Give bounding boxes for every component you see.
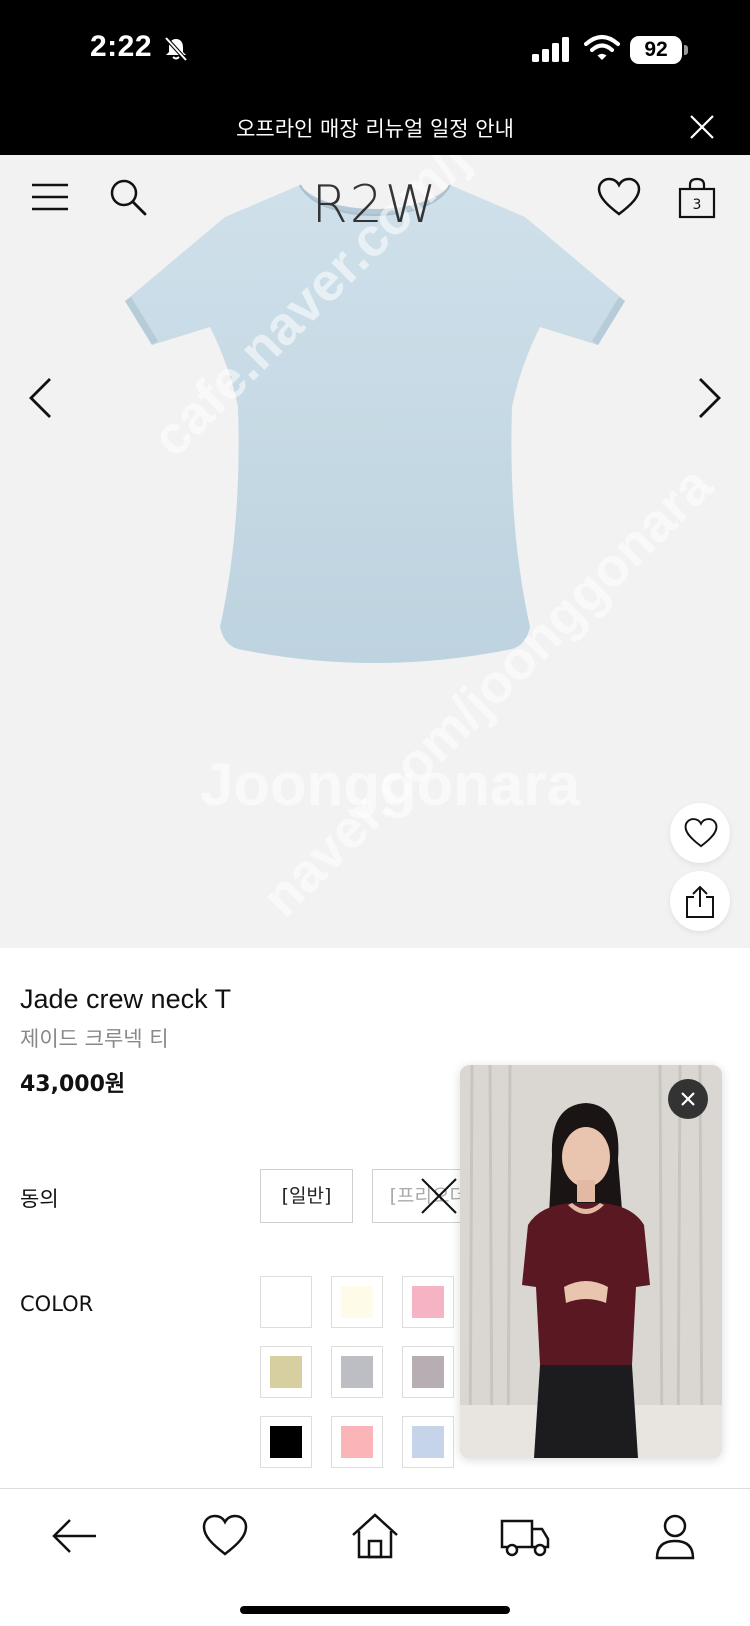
heart-icon[interactable]: [200, 1511, 250, 1561]
chevron-left-icon[interactable]: [28, 377, 52, 419]
status-bar: 2:22 92: [0, 0, 750, 100]
share-icon: [686, 885, 714, 918]
cart-count: 3: [692, 197, 702, 213]
bell-off-icon: [164, 36, 188, 62]
share-button[interactable]: [670, 871, 730, 931]
video-close-button[interactable]: [668, 1079, 708, 1119]
home-indicator: [240, 1606, 510, 1614]
user-icon[interactable]: [650, 1511, 700, 1561]
consent-label: 동의: [20, 1187, 59, 1211]
notice-text[interactable]: 오프라인 매장 리뉴얼 일정 안내: [0, 113, 750, 143]
product-name: Jade crew neck T: [20, 984, 232, 1014]
chevron-right-icon[interactable]: [698, 377, 722, 419]
truck-icon[interactable]: [500, 1511, 550, 1561]
heart-icon[interactable]: [597, 177, 641, 217]
close-icon[interactable]: [688, 113, 716, 141]
bottom-navigation: [0, 1488, 750, 1626]
color-swatch[interactable]: [331, 1416, 383, 1468]
signal-icon: [532, 37, 569, 62]
battery-indicator: 92: [630, 36, 688, 64]
close-icon: [681, 1092, 695, 1106]
color-swatch[interactable]: [260, 1346, 312, 1398]
wishlist-button[interactable]: [670, 803, 730, 863]
video-popup[interactable]: [460, 1065, 722, 1458]
option-general-button[interactable]: [일반]: [260, 1169, 353, 1223]
battery-level: 92: [630, 36, 682, 64]
back-arrow-icon[interactable]: [50, 1511, 100, 1561]
color-swatch[interactable]: [402, 1346, 454, 1398]
color-chip: [412, 1356, 444, 1388]
color-chip: [270, 1356, 302, 1388]
product-image-carousel[interactable]: cafe.naver.com/joonggonara Joonggonara n…: [0, 155, 750, 948]
color-swatch[interactable]: [331, 1346, 383, 1398]
home-icon[interactable]: [350, 1511, 400, 1561]
color-chip: [341, 1286, 373, 1318]
product-name-korean: 제이드 크루넥 티: [20, 1027, 169, 1051]
heart-icon: [684, 818, 718, 848]
video-thumbnail: [460, 1065, 722, 1458]
color-swatch[interactable]: [260, 1276, 312, 1328]
color-swatch[interactable]: [331, 1276, 383, 1328]
color-swatch[interactable]: [260, 1416, 312, 1468]
soldout-x-icon: [421, 1178, 457, 1214]
cart-button[interactable]: 3: [678, 177, 716, 219]
color-chip: [270, 1426, 302, 1458]
color-swatch[interactable]: [402, 1416, 454, 1468]
color-chip: [341, 1426, 373, 1458]
color-chip: [270, 1286, 302, 1318]
color-label: COLOR: [20, 1292, 94, 1316]
color-chip: [341, 1356, 373, 1388]
color-swatch[interactable]: [402, 1276, 454, 1328]
wifi-icon: [584, 35, 620, 60]
status-time: 2:22: [90, 30, 153, 63]
color-chip: [412, 1426, 444, 1458]
notice-banner[interactable]: 오프라인 매장 리뉴얼 일정 안내: [0, 100, 750, 155]
product-price: 43,000원: [20, 1072, 126, 1097]
color-chip: [412, 1286, 444, 1318]
